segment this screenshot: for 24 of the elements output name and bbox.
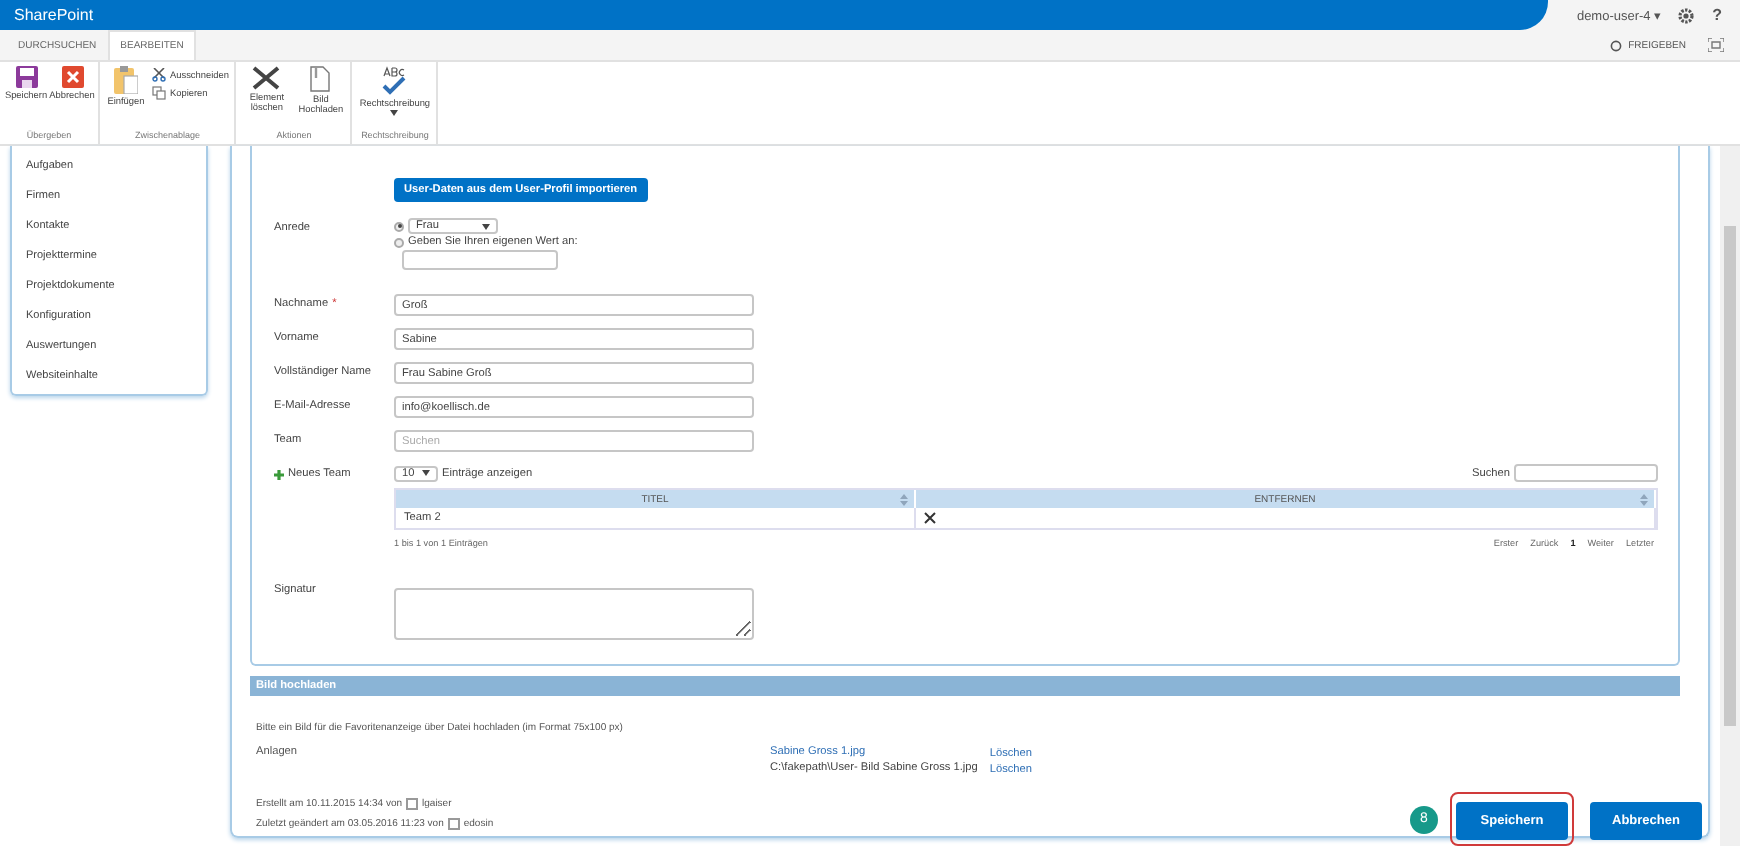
scrollbar[interactable]	[1720, 146, 1740, 846]
settings-icon[interactable]	[1678, 7, 1695, 23]
custom-value-field[interactable]	[402, 250, 558, 270]
remove-icon[interactable]	[924, 512, 936, 524]
caret-icon	[422, 470, 430, 476]
app-title: SharePoint	[14, 6, 94, 24]
presence-icon	[406, 798, 419, 810]
sort-icon	[900, 493, 908, 505]
search-field[interactable]	[1514, 464, 1658, 482]
signature-field[interactable]	[394, 588, 754, 640]
help-button[interactable]: ?	[1712, 6, 1722, 24]
scissors-icon	[152, 68, 166, 82]
delete-icon	[252, 66, 281, 90]
caret-icon	[390, 110, 399, 117]
radio-button[interactable]	[394, 237, 404, 247]
presence-icon	[447, 818, 460, 830]
focus-icon[interactable]	[1708, 38, 1724, 52]
radio-button[interactable]	[394, 221, 404, 231]
caret-icon	[482, 223, 490, 229]
spellcheck-icon	[380, 66, 409, 96]
share-icon[interactable]	[1610, 39, 1623, 51]
sort-icon	[1640, 493, 1648, 505]
plus-icon[interactable]	[274, 469, 284, 479]
copy-icon	[152, 86, 166, 100]
